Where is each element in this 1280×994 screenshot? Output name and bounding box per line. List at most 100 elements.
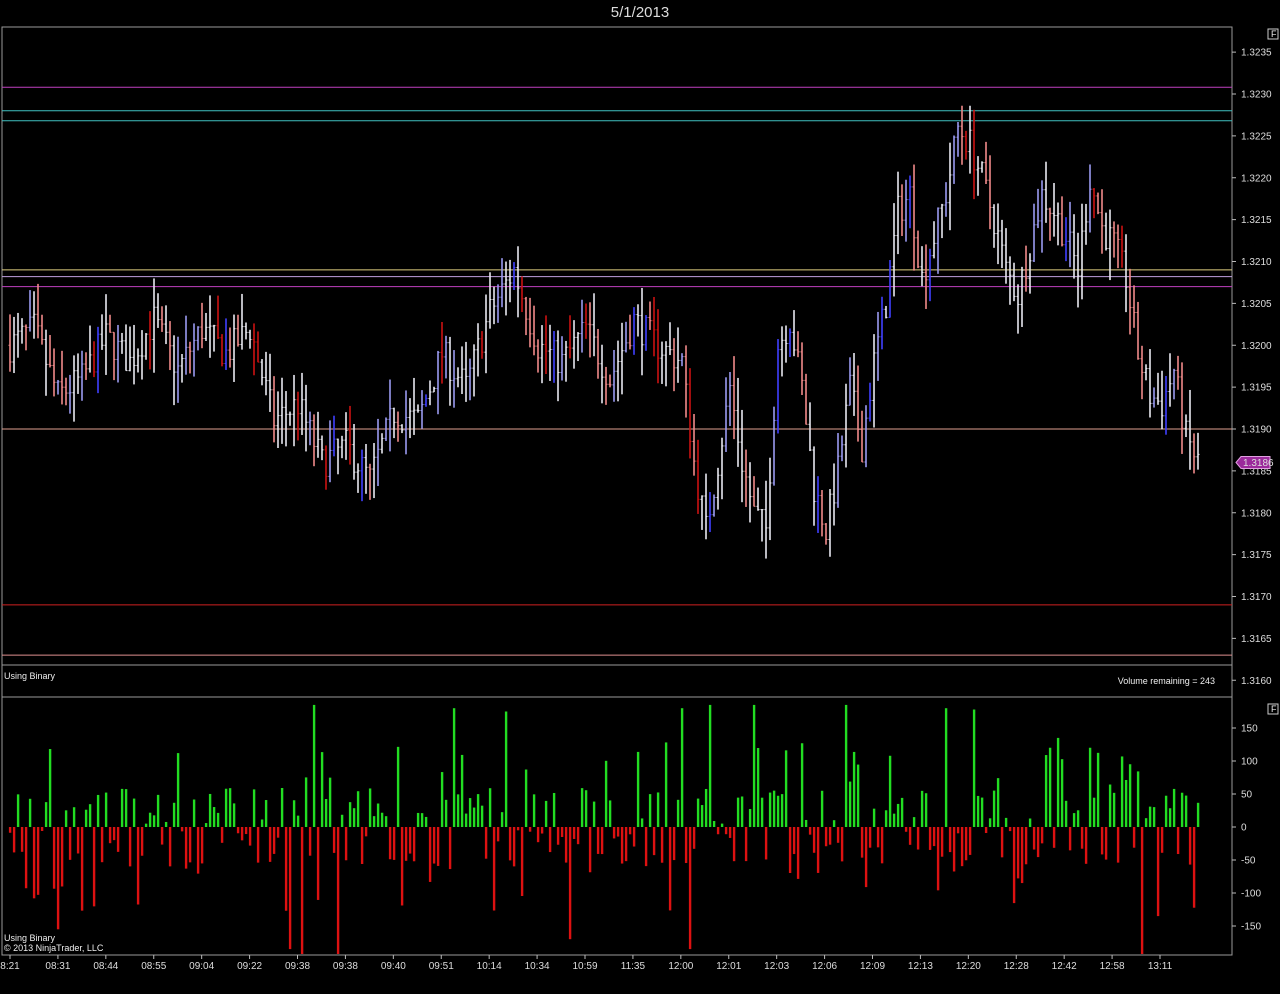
time-tick-label: 12:13 xyxy=(908,961,933,972)
price-bar xyxy=(180,353,184,383)
price-bar xyxy=(1044,161,1048,223)
price-bar xyxy=(708,492,712,533)
volume-bar xyxy=(500,812,504,827)
volume-bar xyxy=(224,788,228,827)
volume-remaining-text: Volume remaining = 243 xyxy=(1118,676,1215,686)
volume-bar xyxy=(544,800,548,827)
price-bar xyxy=(372,443,376,499)
price-bar xyxy=(824,523,828,545)
price-bar xyxy=(652,296,656,357)
price-bar xyxy=(1048,207,1052,241)
volume-panel-f-button[interactable]: F xyxy=(1271,704,1277,714)
volume-bar xyxy=(816,827,820,873)
volume-bar xyxy=(908,827,912,845)
volume-bar xyxy=(1092,797,1096,827)
price-bar xyxy=(340,435,344,459)
volume-bar xyxy=(900,797,904,827)
price-bar xyxy=(624,321,628,353)
volume-bar xyxy=(332,827,336,853)
volume-bar xyxy=(264,800,268,827)
current-price-value: 1.3186 xyxy=(1243,458,1274,469)
time-tick-label: 12:00 xyxy=(668,961,693,972)
volume-bar xyxy=(192,799,196,827)
price-bar xyxy=(492,286,496,325)
volume-bar xyxy=(588,827,592,873)
volume-bar xyxy=(956,827,960,834)
price-bar xyxy=(1092,188,1096,219)
volume-bar xyxy=(300,827,304,954)
volume-bar xyxy=(344,827,348,861)
price-bar xyxy=(884,305,888,319)
volume-bar xyxy=(932,827,936,847)
volume-bar xyxy=(412,827,416,862)
volume-bar xyxy=(392,827,396,860)
price-tick-label: 1.3190 xyxy=(1241,425,1272,436)
price-bar xyxy=(592,293,596,357)
volume-bar xyxy=(396,746,400,827)
volume-tick-label: 50 xyxy=(1241,790,1253,801)
price-bar xyxy=(512,262,516,291)
time-tick-label: 09:38 xyxy=(285,961,310,972)
volume-bar xyxy=(152,815,156,827)
price-bar xyxy=(1116,224,1120,269)
volume-bar xyxy=(732,827,736,862)
volume-bar xyxy=(692,827,696,849)
volume-bar xyxy=(720,823,724,827)
price-bar xyxy=(476,323,480,377)
time-tick-label: 10:34 xyxy=(525,961,550,972)
price-bar xyxy=(72,355,76,422)
volume-bar xyxy=(868,827,872,848)
volume-bar xyxy=(144,823,148,827)
copyright-text: © 2013 NinjaTrader, LLC xyxy=(4,943,104,953)
price-bar xyxy=(176,336,180,403)
price-bar xyxy=(160,306,164,332)
price-bar xyxy=(508,259,512,303)
price-bar xyxy=(200,302,204,349)
volume-bar xyxy=(148,812,152,827)
price-bar xyxy=(500,258,504,308)
price-bar xyxy=(464,341,468,402)
volume-bar xyxy=(328,777,332,827)
volume-tick-label: 150 xyxy=(1241,724,1258,735)
price-bar xyxy=(656,309,660,384)
volume-bar xyxy=(336,827,340,954)
volume-bar xyxy=(904,827,908,832)
volume-bar xyxy=(1096,752,1100,827)
price-bar xyxy=(132,324,136,385)
volume-bar xyxy=(64,810,68,827)
volume-bar xyxy=(1068,827,1072,851)
price-bar xyxy=(784,325,788,363)
price-bar xyxy=(780,326,784,377)
volume-bar xyxy=(576,827,580,845)
price-bar xyxy=(636,304,640,337)
volume-bar xyxy=(228,788,232,827)
time-tick-label: 12:09 xyxy=(860,961,885,972)
volume-bar xyxy=(800,743,804,827)
price-bar xyxy=(696,439,700,514)
price-bar xyxy=(1088,164,1092,233)
volume-bar xyxy=(280,788,284,827)
price-bar xyxy=(1184,414,1188,438)
price-bar xyxy=(1112,221,1116,258)
price-panel-f-button[interactable]: F xyxy=(1271,29,1277,39)
volume-bar xyxy=(76,827,80,854)
volume-bar xyxy=(560,827,564,838)
price-bar xyxy=(1128,268,1132,335)
volume-bar xyxy=(916,827,920,850)
price-bar xyxy=(260,359,264,386)
price-bar xyxy=(684,345,688,418)
volume-bar xyxy=(132,798,136,827)
volume-bar xyxy=(516,827,520,831)
volume-bar xyxy=(1104,827,1108,860)
price-bar xyxy=(1020,266,1024,327)
volume-bar xyxy=(852,751,856,827)
price-bar xyxy=(1132,285,1136,328)
volume-bar xyxy=(1016,827,1020,879)
price-bar xyxy=(964,130,968,160)
volume-bar xyxy=(1164,795,1168,827)
price-bar xyxy=(676,327,680,383)
price-bar xyxy=(800,342,804,396)
price-bar xyxy=(228,327,232,368)
volume-bar xyxy=(1032,827,1036,850)
volume-panel[interactable]: 150 100 50 0 -50 -100 -150 xyxy=(1,696,1261,956)
